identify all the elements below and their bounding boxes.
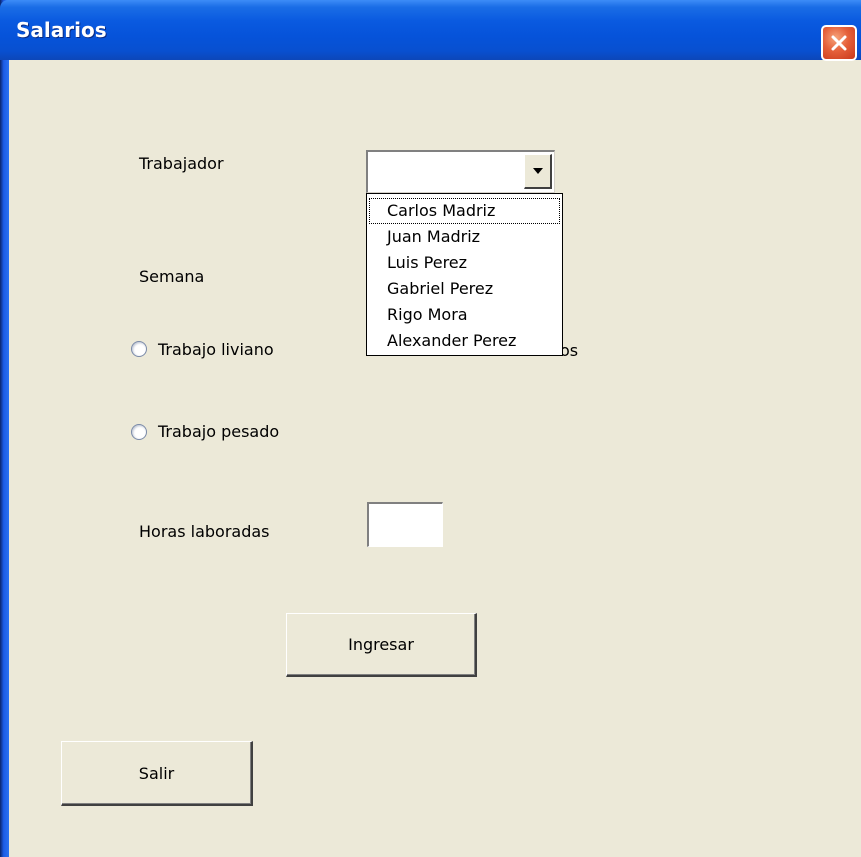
list-item[interactable]: Gabriel Perez [369, 276, 560, 302]
trabajo-pesado-label[interactable]: Trabajo pesado [158, 422, 279, 441]
ingresar-button-label: Ingresar [348, 635, 414, 654]
salir-button[interactable]: Salir [61, 741, 253, 806]
semana-label: Semana [139, 267, 205, 286]
horas-laboradas-label: Horas laboradas [139, 522, 270, 541]
list-item[interactable]: Carlos Madriz [369, 198, 560, 224]
trabajo-liviano-label[interactable]: Trabajo liviano [158, 340, 274, 359]
close-icon [831, 35, 847, 51]
trabajador-label: Trabajador [139, 154, 224, 173]
trabajo-liviano-radio[interactable] [131, 341, 147, 357]
trabajo-pesado-radio[interactable] [131, 424, 147, 440]
trabajador-combobox[interactable] [366, 150, 555, 193]
chevron-down-icon [532, 168, 543, 174]
list-item[interactable]: Juan Madriz [369, 224, 560, 250]
close-button[interactable] [821, 25, 857, 61]
window-left-border [0, 0, 9, 857]
salarios-window: Salarios Trabajador Semana Trabajo livia… [0, 0, 861, 857]
ingresar-button[interactable]: Ingresar [286, 613, 477, 677]
list-item[interactable]: Rigo Mora [369, 302, 560, 328]
trabajador-dropdown-list[interactable]: Carlos Madriz Juan Madriz Luis Perez Gab… [366, 193, 563, 356]
combobox-dropdown-button[interactable] [524, 154, 552, 189]
title-bar[interactable]: Salarios [0, 0, 861, 61]
window-title: Salarios [16, 18, 107, 42]
list-item[interactable]: Luis Perez [369, 250, 560, 276]
salir-button-label: Salir [138, 763, 175, 783]
list-item[interactable]: Alexander Perez [369, 328, 560, 354]
horas-laboradas-input[interactable] [367, 502, 443, 547]
